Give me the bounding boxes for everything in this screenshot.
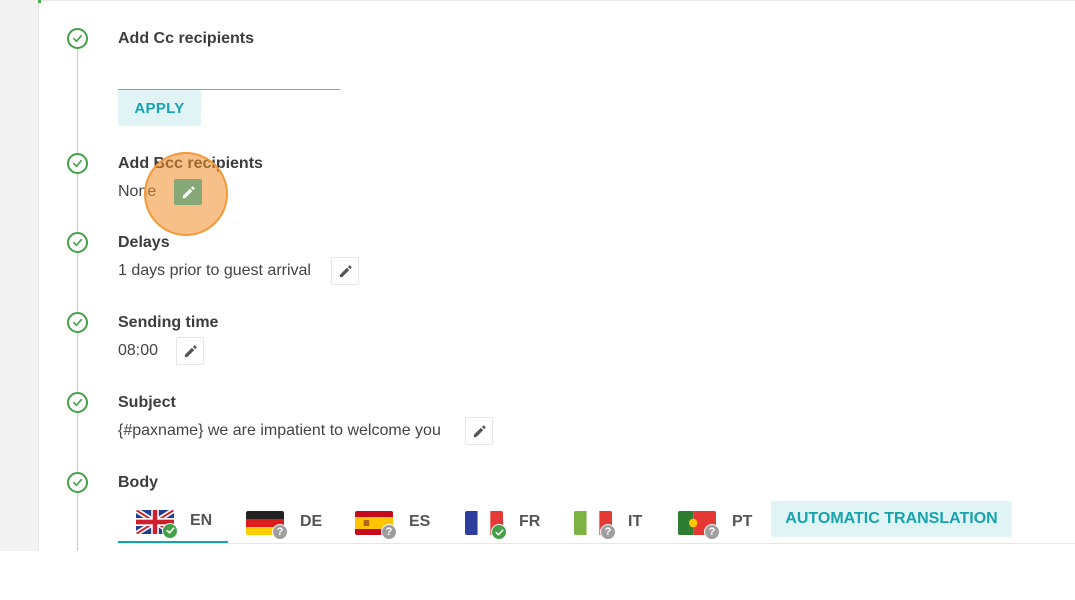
language-code: PT — [732, 513, 753, 530]
pencil-icon — [339, 264, 352, 277]
check-circle-icon — [67, 392, 88, 413]
tab-language-es[interactable]: ? ES — [355, 500, 445, 544]
language-code: FR — [519, 513, 541, 530]
cc-recipients-input[interactable] — [118, 70, 340, 90]
tab-language-fr[interactable]: FR — [465, 500, 555, 544]
language-code: ES — [409, 513, 431, 530]
unknown-status-icon: ? — [381, 524, 397, 540]
sending-time-value: 08:00 — [118, 342, 159, 359]
edit-delays-button[interactable] — [331, 257, 359, 285]
check-circle-icon — [67, 28, 88, 49]
tab-language-de[interactable]: ? DE — [246, 500, 336, 544]
check-circle-icon — [67, 232, 88, 253]
language-code: DE — [300, 513, 323, 530]
delays-value: 1 days prior to guest arrival — [118, 262, 311, 279]
translated-check-icon — [491, 524, 507, 540]
pencil-icon — [473, 424, 486, 437]
language-code: IT — [628, 513, 643, 530]
unknown-status-icon: ? — [704, 524, 720, 540]
pencil-icon — [182, 185, 195, 198]
edit-sending-time-button[interactable] — [176, 337, 204, 365]
step-title-delays: Delays — [118, 234, 170, 251]
edit-bcc-button[interactable] — [174, 179, 202, 205]
language-code: EN — [190, 511, 213, 529]
card-accent — [38, 0, 41, 3]
step-title-subject: Subject — [118, 394, 176, 411]
tab-language-en[interactable]: EN — [118, 500, 228, 543]
pencil-icon — [184, 344, 197, 357]
check-circle-icon — [67, 153, 88, 174]
step-title-body: Body — [118, 474, 158, 491]
tab-language-pt[interactable]: ? PT — [678, 500, 768, 544]
check-circle-icon — [67, 472, 88, 493]
edit-subject-button[interactable] — [465, 417, 493, 445]
step-title-sending-time: Sending time — [118, 314, 219, 331]
step-title-cc: Add Cc recipients — [118, 30, 255, 47]
tab-language-it[interactable]: ? IT — [574, 500, 664, 544]
automatic-translation-button[interactable]: AUTOMATIC TRANSLATION — [771, 501, 1012, 537]
unknown-status-icon: ? — [600, 524, 616, 540]
unknown-status-icon: ? — [272, 524, 288, 540]
apply-button[interactable]: APPLY — [118, 90, 201, 126]
translated-check-icon — [162, 522, 178, 539]
check-circle-icon — [67, 312, 88, 333]
subject-value: {#paxname} we are impatient to welcome y… — [118, 422, 441, 439]
